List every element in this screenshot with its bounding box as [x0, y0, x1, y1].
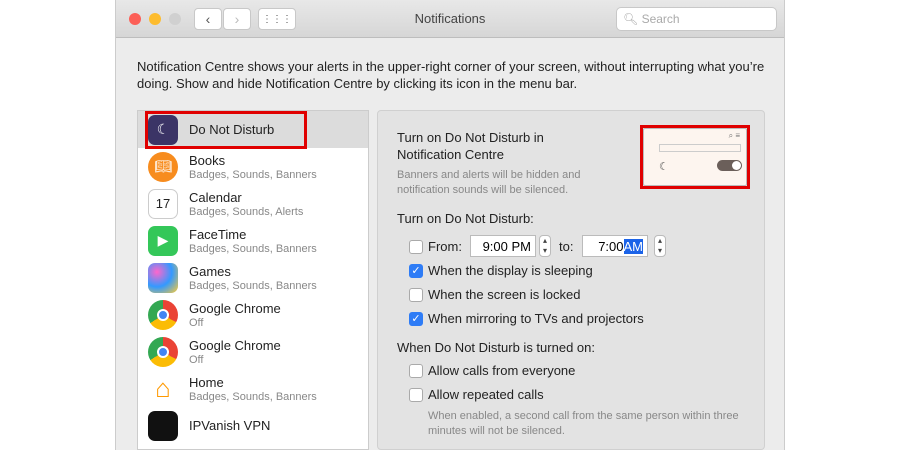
list-item[interactable]: Google Chrome Off	[138, 333, 368, 370]
app-sub: Badges, Sounds, Banners	[189, 279, 317, 292]
dnd-settings-pane: Turn on Do Not Disturb in Notification C…	[377, 110, 765, 450]
to-time-field[interactable]: 7:00AM	[582, 235, 648, 257]
app-name: Calendar	[189, 189, 242, 205]
app-sub: Badges, Sounds, Banners	[189, 390, 317, 403]
app-sub: Badges, Sounds, Alerts	[189, 205, 304, 218]
facetime-icon: ▶	[148, 225, 178, 256]
mirroring-label: When mirroring to TVs and projectors	[428, 311, 644, 326]
from-label: From:	[428, 239, 462, 254]
books-icon: 📖︎	[148, 151, 178, 182]
app-sub: Off	[189, 353, 204, 366]
repeated-calls-checkbox[interactable]	[409, 388, 423, 402]
app-sub: Off	[189, 316, 204, 329]
sleeping-label: When the display is sleeping	[428, 263, 593, 278]
app-name: Home	[189, 374, 224, 390]
highlight-box	[640, 125, 750, 189]
mirroring-checkbox[interactable]: ✓	[409, 312, 423, 326]
to-stepper[interactable]: ▴ ▾	[654, 235, 666, 257]
app-name: Books	[189, 152, 226, 168]
list-item[interactable]: ⌂ Home Badges, Sounds, Banners	[138, 370, 368, 407]
app-name: FaceTime	[189, 226, 247, 242]
from-stepper[interactable]: ▴ ▾	[539, 235, 551, 257]
allow-calls-label: Allow calls from everyone	[428, 363, 576, 378]
chrome-icon	[148, 299, 178, 330]
title-bar: ‹ › ⋮⋮⋮ Notifications 🔍︎ Search	[116, 0, 784, 38]
repeated-calls-note: When enabled, a second call from the sam…	[428, 410, 739, 437]
list-item[interactable]: Google Chrome Off	[138, 296, 368, 333]
schedule-label: Turn on Do Not Disturb:	[397, 211, 534, 226]
notifications-window: ‹ › ⋮⋮⋮ Notifications 🔍︎ Search Notifica…	[115, 0, 785, 450]
app-sub: Badges, Sounds, Banners	[189, 168, 317, 181]
sleeping-checkbox[interactable]: ✓	[409, 264, 423, 278]
list-item[interactable]: IPVanish VPN	[138, 407, 368, 444]
app-name: IPVanish VPN	[189, 418, 271, 433]
from-time-field[interactable]: 9:00 PM	[470, 235, 536, 257]
when-on-label: When Do Not Disturb is turned on:	[397, 340, 595, 355]
home-icon: ⌂	[155, 373, 171, 403]
locked-label: When the screen is locked	[428, 287, 581, 302]
calendar-icon: 17	[148, 188, 178, 219]
locked-checkbox[interactable]	[409, 288, 423, 302]
to-time: 7:00	[598, 239, 624, 254]
dnd-heading: Turn on Do Not Disturb in Notification C…	[397, 130, 544, 162]
list-item[interactable]: 📖︎ Books Badges, Sounds, Banners	[138, 148, 368, 185]
app-name: Google Chrome	[189, 300, 281, 316]
allow-calls-checkbox[interactable]	[409, 364, 423, 378]
app-name: Games	[189, 263, 231, 279]
repeated-calls-label: Allow repeated calls	[428, 387, 544, 402]
to-ampm[interactable]: AM	[623, 239, 643, 254]
highlight-box	[145, 111, 307, 149]
ipvanish-icon	[148, 410, 178, 441]
app-sub: Badges, Sounds, Banners	[189, 242, 317, 255]
from-checkbox[interactable]	[409, 240, 423, 254]
to-label: to:	[559, 239, 574, 254]
app-name: Google Chrome	[189, 337, 281, 353]
search-icon: 🔍︎	[623, 12, 639, 26]
list-item[interactable]: ▶ FaceTime Badges, Sounds, Banners	[138, 222, 368, 259]
chrome-icon	[148, 336, 178, 367]
dnd-description: Banners and alerts will be hidden and no…	[397, 169, 581, 196]
search-input[interactable]: 🔍︎ Search	[616, 7, 777, 31]
games-icon	[148, 262, 178, 293]
list-item[interactable]: 17 Calendar Badges, Sounds, Alerts	[138, 185, 368, 222]
list-item[interactable]: Games Badges, Sounds, Banners	[138, 259, 368, 296]
app-list[interactable]: ☾ Do Not Disturb 📖︎ Books Badges, Sounds, B…	[137, 110, 369, 450]
search-placeholder: Search	[641, 12, 680, 26]
intro-text: Notification Centre shows your alerts in…	[137, 59, 765, 91]
